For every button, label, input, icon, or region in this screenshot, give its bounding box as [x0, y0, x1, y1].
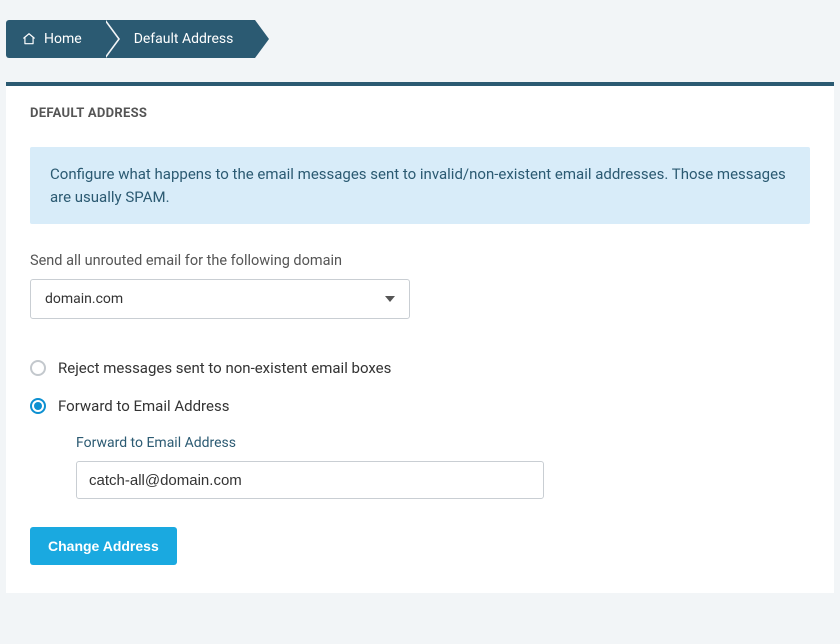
breadcrumb-current-label: Default Address: [134, 31, 234, 47]
change-address-button[interactable]: Change Address: [30, 527, 177, 565]
domain-select-label: Send all unrouted email for the followin…: [30, 252, 810, 269]
domain-select[interactable]: domain.com: [30, 279, 410, 319]
radio-icon: [30, 360, 46, 376]
breadcrumb: Home Default Address: [6, 20, 834, 58]
radio-icon-checked: [30, 398, 46, 414]
page-title: DEFAULT ADDRESS: [30, 106, 810, 121]
breadcrumb-home[interactable]: Home: [6, 20, 104, 58]
domain-select-value: domain.com: [45, 291, 123, 307]
option-reject-label: Reject messages sent to non-existent ema…: [58, 359, 391, 377]
info-banner: Configure what happens to the email mess…: [30, 147, 810, 224]
option-forward-label: Forward to Email Address: [58, 397, 229, 415]
forward-subfield: Forward to Email Address: [76, 435, 810, 499]
option-reject[interactable]: Reject messages sent to non-existent ema…: [30, 359, 810, 377]
main-panel: DEFAULT ADDRESS Configure what happens t…: [6, 82, 834, 593]
forward-email-label: Forward to Email Address: [76, 435, 810, 451]
option-forward[interactable]: Forward to Email Address: [30, 397, 810, 415]
chevron-down-icon: [385, 296, 395, 302]
forward-email-input[interactable]: [76, 461, 544, 499]
breadcrumb-current[interactable]: Default Address: [104, 20, 256, 58]
breadcrumb-home-label: Home: [44, 31, 82, 47]
home-icon: [22, 32, 36, 46]
